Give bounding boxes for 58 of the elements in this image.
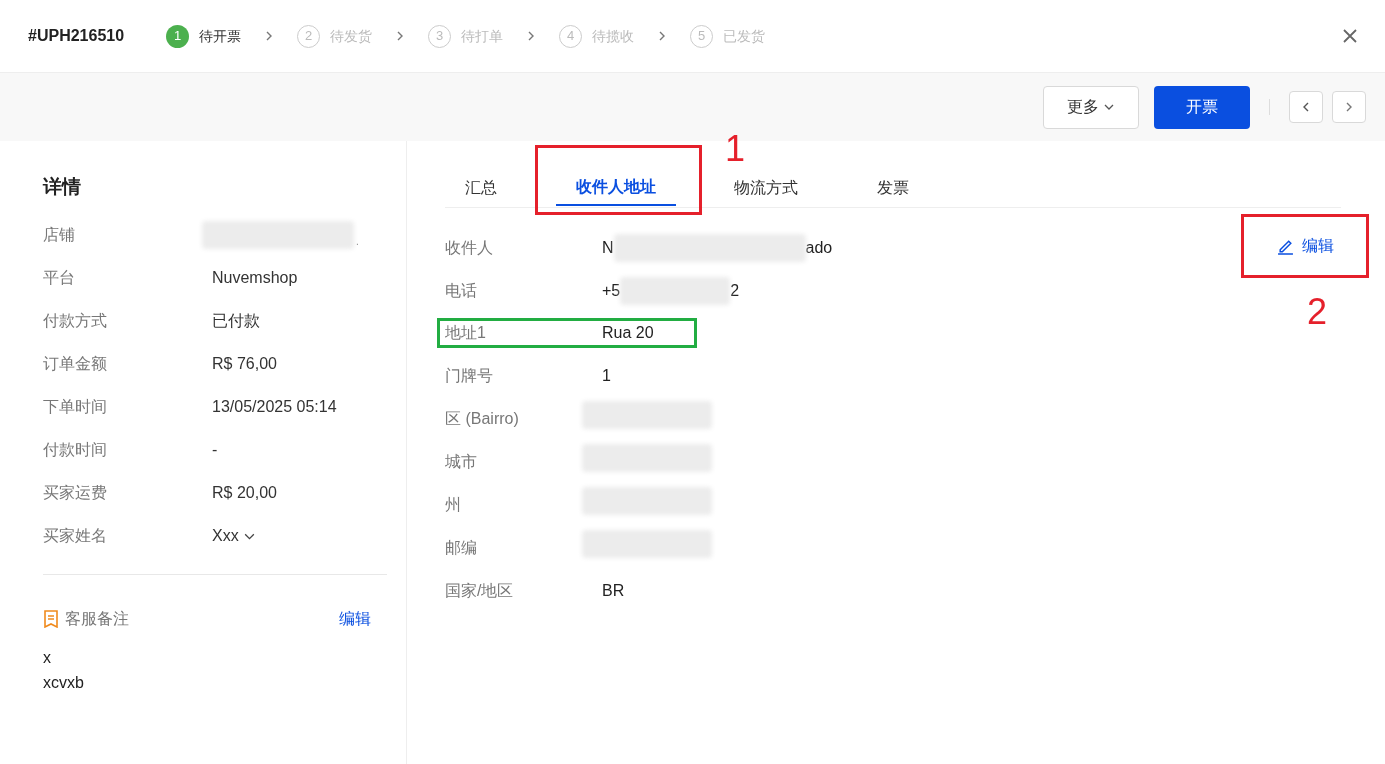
close-icon[interactable] xyxy=(1343,29,1357,43)
order-number: #UPH216510 xyxy=(28,26,126,46)
address-label: 国家/地区 xyxy=(445,580,515,601)
previous-button[interactable] xyxy=(1289,91,1323,123)
tab[interactable]: 发票 xyxy=(857,171,929,207)
address-label: 门牌号 xyxy=(445,365,494,386)
buyer-name-dropdown[interactable]: Xxx xyxy=(212,524,256,548)
address-label: 城市 xyxy=(445,451,478,472)
detail-label: 店铺 xyxy=(43,225,76,245)
address-value-end: ado xyxy=(805,237,833,258)
detail-label: 平台 xyxy=(43,268,76,288)
detail-label: 下单时间 xyxy=(43,397,108,417)
address-label: 邮编 xyxy=(445,537,478,558)
step-number: 1 xyxy=(166,24,189,48)
address-label: 州 xyxy=(445,494,462,515)
note-line: xcvxb xyxy=(43,672,85,693)
tab[interactable]: 收件人地址 xyxy=(556,170,676,206)
annotation-number: 2 xyxy=(1307,294,1328,330)
address-label: 收件人 xyxy=(445,237,494,258)
detail-label: 订单金额 xyxy=(43,354,108,374)
address-value-start: N xyxy=(602,237,614,258)
step-label: 待揽收 xyxy=(592,26,634,46)
detail-label: 付款方式 xyxy=(43,311,108,331)
address-label: 地址1 xyxy=(445,323,487,343)
edit-address-button[interactable]: 编辑 xyxy=(1276,234,1334,258)
detail-value: R$ 20,00 xyxy=(212,483,277,503)
address-value: 1 xyxy=(602,365,611,386)
details-title: 详情 xyxy=(43,175,82,199)
tab[interactable]: 物流方式 xyxy=(714,171,818,207)
annotation-number: 1 xyxy=(725,131,746,167)
more-button[interactable]: 更多 xyxy=(1043,85,1139,129)
note-title: 客服备注 xyxy=(65,608,129,629)
detail-value: 13/05/2025 05:14 xyxy=(212,397,337,417)
note-icon xyxy=(43,609,59,628)
address-value-start: +5 xyxy=(602,280,621,301)
step-label: 待开票 xyxy=(199,26,241,46)
edit-note-link[interactable]: 编辑 xyxy=(339,606,371,631)
detail-value: 已付款 xyxy=(212,311,260,331)
step-label: 已发货 xyxy=(723,26,765,46)
detail-label: 买家姓名 xyxy=(43,526,108,546)
detail-label: 付款时间 xyxy=(43,440,108,460)
detail-value: . xyxy=(356,235,359,249)
detail-label: 买家运费 xyxy=(43,483,108,503)
pencil-icon xyxy=(1276,237,1294,255)
address-value: Rua 20 xyxy=(602,323,654,343)
step-label: 待发货 xyxy=(330,26,372,46)
invoice-button[interactable]: 开票 xyxy=(1154,85,1250,129)
address-label: 电话 xyxy=(445,280,478,301)
tab[interactable]: 汇总 xyxy=(445,171,517,207)
next-button[interactable] xyxy=(1332,91,1366,123)
detail-value: - xyxy=(212,440,218,460)
detail-value: Nuvemshop xyxy=(212,268,298,288)
address-value-end: 2 xyxy=(730,280,740,301)
address-value: BR xyxy=(602,580,625,601)
step-label: 待打单 xyxy=(461,26,503,46)
address-label: 区 (Bairro) xyxy=(445,408,520,429)
note-line: x xyxy=(43,647,52,668)
detail-value: R$ 76,00 xyxy=(212,354,277,374)
